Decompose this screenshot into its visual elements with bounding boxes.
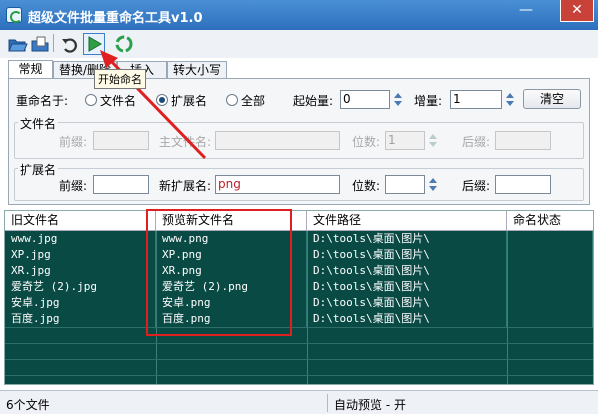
table-cell [507,247,593,263]
start-value-input[interactable]: 0 [340,90,390,109]
table-cell [507,295,593,311]
grid-divider [5,327,593,328]
undo-icon[interactable] [59,33,81,55]
open-folder-icon[interactable] [6,33,28,55]
start-rename-tooltip: 开始命名 [94,69,146,89]
step-label: 增量: [414,94,443,108]
title-bar: 超级文件批量重命名工具v1.0 — ✕ [0,0,598,30]
start-value-spinner[interactable] [391,90,405,109]
ext-suffix-input[interactable] [495,175,551,194]
filename-suffix-input[interactable] [495,131,551,150]
table-cell [507,279,593,295]
open-files-icon[interactable] [29,33,51,55]
grid-divider [5,343,593,344]
table-row[interactable]: XR.jpg XR.png D:\tools\桌面\图片\ [5,263,593,279]
radio-filename[interactable] [85,94,97,106]
ext-prefix-input[interactable] [93,175,149,194]
radio-all-label[interactable]: 全部 [241,92,265,109]
main-filename-input[interactable] [215,131,340,150]
grid-divider [5,359,593,360]
status-bar: 6个文件 自动预览 - 开 [0,390,598,414]
table-cell: 安卓.jpg [5,295,156,311]
ext-digits-label: 位数: [352,179,381,193]
toolbar [0,30,598,58]
toolbar-separator [53,34,54,52]
filename-group-title: 文件名 [18,115,59,132]
table-cell [507,311,593,327]
table-cell: D:\tools\桌面\图片\ [307,295,507,311]
table-row[interactable]: 爱奇艺 (2).jpg 爱奇艺 (2).png D:\tools\桌面\图片\ [5,279,593,295]
column-old-name[interactable]: 旧文件名 [5,211,156,231]
recycle-icon[interactable] [113,33,135,55]
filename-digits-input[interactable]: 1 [385,131,425,150]
step-input[interactable]: 1 [450,90,502,109]
window-title: 超级文件批量重命名工具v1.0 [28,11,203,26]
filename-digits-label: 位数: [352,135,381,149]
table-cell: D:\tools\桌面\图片\ [307,279,507,295]
column-status[interactable]: 命名状态 [507,211,593,231]
close-button[interactable]: ✕ [560,0,594,22]
table-cell: XP.jpg [5,247,156,263]
table-cell: www.jpg [5,231,156,247]
grid-header: 旧文件名 预览新文件名 文件路径 命名状态 [5,211,593,231]
clear-button[interactable]: 清空 [523,89,581,109]
start-rename-button[interactable] [83,33,105,55]
status-separator [327,394,328,412]
table-cell: 爱奇艺 (2).jpg [5,279,156,295]
new-ext-label: 新扩展名: [159,179,212,193]
main-filename-label: 主文件名: [159,135,212,149]
minimize-button[interactable]: — [511,0,541,22]
filename-prefix-input[interactable] [93,131,149,150]
file-count: 6个文件 [6,398,50,412]
table-row[interactable]: 百度.jpg 百度.png D:\tools\桌面\图片\ [5,311,593,327]
table-cell: 百度.jpg [5,311,156,327]
ext-suffix-label: 后缀: [462,179,491,193]
table-row[interactable]: www.jpg www.png D:\tools\桌面\图片\ [5,231,593,247]
grid-divider [507,231,508,384]
filename-prefix-label: 前缀: [59,135,88,149]
ext-prefix-label: 前缀: [59,179,88,193]
ext-digits-spinner[interactable] [426,175,440,194]
app-icon [6,7,22,23]
radio-filename-label[interactable]: 文件名 [100,92,136,109]
highlight-box [146,209,292,336]
radio-extension-label[interactable]: 扩展名 [171,92,207,109]
radio-all[interactable] [226,94,238,106]
table-row[interactable]: 安卓.jpg 安卓.png D:\tools\桌面\图片\ [5,295,593,311]
table-cell: D:\tools\桌面\图片\ [307,247,507,263]
grid-divider [307,231,308,384]
start-value-label: 起始量: [293,94,334,108]
tab-general[interactable]: 常规 [8,60,53,79]
column-path[interactable]: 文件路径 [307,211,507,231]
table-cell: D:\tools\桌面\图片\ [307,263,507,279]
step-spinner[interactable] [503,90,517,109]
auto-preview-status[interactable]: 自动预览 - 开 [334,396,406,413]
ext-digits-input[interactable] [385,175,425,194]
filename-digits-spinner[interactable] [426,131,440,150]
radio-extension[interactable] [156,94,168,106]
filename-suffix-label: 后缀: [462,135,491,149]
new-ext-input[interactable]: png [215,175,340,194]
table-row[interactable]: XP.jpg XP.png D:\tools\桌面\图片\ [5,247,593,263]
file-grid[interactable]: 旧文件名 预览新文件名 文件路径 命名状态 www.jpg www.png D:\t… [4,210,594,385]
table-cell: D:\tools\桌面\图片\ [307,311,507,327]
table-cell: D:\tools\桌面\图片\ [307,231,507,247]
tab-case[interactable]: 转大小写 [167,61,227,79]
table-cell [507,263,593,279]
table-cell [507,231,593,247]
grid-divider [5,375,593,376]
rename-target-label: 重命名于: [16,94,69,108]
extension-group-title: 扩展名 [18,161,59,178]
table-cell: XR.jpg [5,263,156,279]
